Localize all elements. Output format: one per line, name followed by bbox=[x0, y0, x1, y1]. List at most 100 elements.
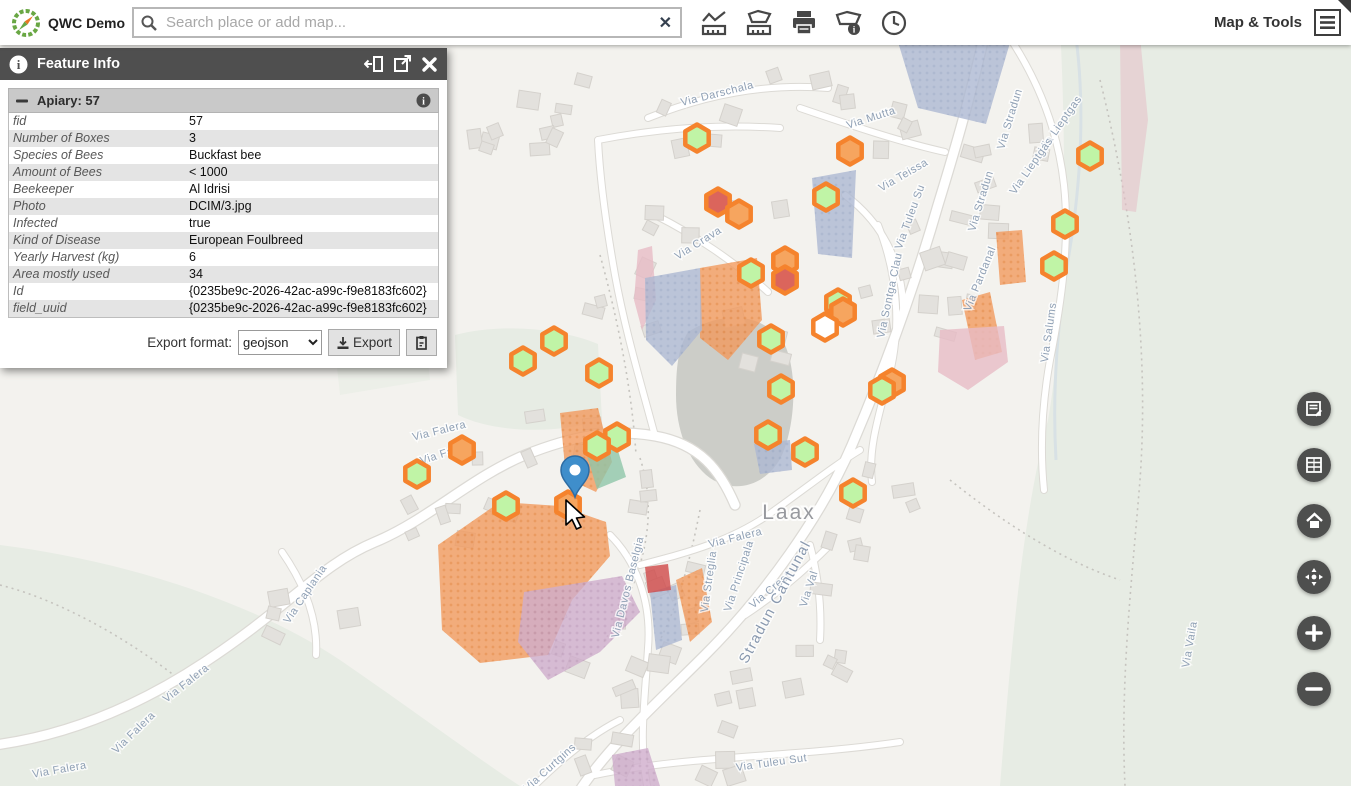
apiary-marker-green[interactable] bbox=[685, 125, 708, 152]
zoom-in-button[interactable] bbox=[1297, 616, 1331, 650]
logo-text: QWC Demo bbox=[48, 15, 125, 31]
apiary-marker-green[interactable] bbox=[494, 493, 517, 520]
open-window-icon[interactable] bbox=[393, 55, 412, 73]
report-button[interactable] bbox=[1297, 392, 1331, 426]
download-icon bbox=[336, 336, 350, 350]
corner-badge bbox=[1338, 0, 1351, 13]
search-icon bbox=[140, 14, 158, 32]
identify-region-icon[interactable]: i bbox=[833, 7, 865, 39]
attribute-name: Kind of Disease bbox=[9, 232, 189, 249]
collapse-icon[interactable] bbox=[16, 95, 28, 107]
qwc-logo-icon bbox=[10, 7, 42, 39]
export-row: Export format: geojson Export bbox=[8, 318, 439, 362]
attribute-name: Yearly Harvest (kg) bbox=[9, 249, 189, 266]
search-clear-icon[interactable]: ✕ bbox=[657, 13, 674, 33]
attribute-row: Yearly Harvest (kg)6 bbox=[9, 249, 438, 266]
attribute-value: 34 bbox=[189, 266, 438, 283]
attribute-row: Number of Boxes3 bbox=[9, 130, 438, 147]
apiary-marker-green[interactable] bbox=[769, 376, 792, 403]
measure-area-icon[interactable] bbox=[743, 7, 775, 39]
attribute-table-button[interactable] bbox=[1297, 448, 1331, 482]
apiary-marker-green[interactable] bbox=[511, 348, 534, 375]
export-format-select[interactable]: geojson bbox=[238, 330, 322, 355]
attribute-value: 6 bbox=[189, 249, 438, 266]
locate-button[interactable] bbox=[1297, 560, 1331, 594]
attribute-table: fid57Number of Boxes3Species of BeesBuck… bbox=[8, 113, 439, 318]
apiary-marker-orange[interactable] bbox=[727, 201, 750, 228]
menu-area: Map & Tools bbox=[1214, 9, 1341, 36]
qwc-logo: QWC Demo bbox=[10, 7, 128, 39]
measure-icon[interactable] bbox=[698, 7, 730, 39]
attribute-row: Id{0235be9c-2026-42ac-a99c-f9e8183fc602} bbox=[9, 283, 438, 300]
clipboard-icon bbox=[414, 335, 429, 350]
apiary-marker-green[interactable] bbox=[1078, 143, 1101, 170]
time-manager-icon[interactable] bbox=[878, 7, 910, 39]
apiary-marker-green[interactable] bbox=[841, 480, 864, 507]
map-controls bbox=[1297, 392, 1331, 706]
export-button[interactable]: Export bbox=[328, 329, 400, 356]
apiary-marker-green[interactable] bbox=[870, 377, 893, 404]
attribute-value: 3 bbox=[189, 130, 438, 147]
attribute-row: Amount of Bees< 1000 bbox=[9, 164, 438, 181]
apiary-marker-red[interactable] bbox=[773, 267, 796, 294]
attribute-row: PhotoDCIM/3.jpg bbox=[9, 198, 438, 215]
panel-title: Feature Info bbox=[37, 56, 355, 72]
feature-info-icon[interactable]: i bbox=[416, 93, 431, 108]
attribute-row: Species of BeesBuckfast bee bbox=[9, 147, 438, 164]
attribute-name: Species of Bees bbox=[9, 147, 189, 164]
home-icon bbox=[1305, 512, 1324, 530]
apiary-marker-white[interactable] bbox=[813, 314, 836, 341]
search-input[interactable] bbox=[164, 13, 651, 32]
attribute-name: field_uuid bbox=[9, 300, 189, 317]
print-icon[interactable] bbox=[788, 7, 820, 39]
dock-icon[interactable] bbox=[364, 55, 384, 73]
feature-section-header[interactable]: Apiary: 57 i bbox=[8, 88, 439, 113]
apiary-marker-green[interactable] bbox=[587, 360, 610, 387]
apiary-marker-green[interactable] bbox=[405, 461, 428, 488]
svg-text:i: i bbox=[422, 96, 425, 107]
apiary-marker-green[interactable] bbox=[814, 184, 837, 211]
apiary-marker-green[interactable] bbox=[759, 326, 782, 353]
close-icon[interactable] bbox=[421, 56, 438, 73]
zoom-out-button[interactable] bbox=[1297, 672, 1331, 706]
zoom-in-icon bbox=[1305, 624, 1323, 642]
home-button[interactable] bbox=[1297, 504, 1331, 538]
menu-label: Map & Tools bbox=[1214, 14, 1302, 31]
search-bar[interactable]: ✕ bbox=[132, 7, 682, 38]
attribute-row: fid57 bbox=[9, 113, 438, 130]
svg-text:i: i bbox=[17, 57, 21, 72]
apiary-marker-green[interactable] bbox=[585, 433, 608, 460]
info-icon: i bbox=[9, 55, 28, 74]
attribute-name: Photo bbox=[9, 198, 189, 215]
export-format-label: Export format: bbox=[147, 335, 232, 350]
attribute-value: {0235be9c-2026-42ac-a99c-f9e8183fc602} bbox=[189, 283, 438, 300]
attribute-name: Beekeeper bbox=[9, 181, 189, 198]
attribute-value: European Foulbreed bbox=[189, 232, 438, 249]
attribute-name: Id bbox=[9, 283, 189, 300]
attribute-value: Buckfast bee bbox=[189, 147, 438, 164]
feature-title: Apiary: 57 bbox=[37, 93, 407, 108]
apiary-marker-green[interactable] bbox=[1053, 211, 1076, 238]
feature-info-header[interactable]: i Feature Info bbox=[0, 48, 447, 80]
attribute-row: Kind of DiseaseEuropean Foulbreed bbox=[9, 232, 438, 249]
apiary-marker-green[interactable] bbox=[756, 422, 779, 449]
attribute-name: fid bbox=[9, 113, 189, 130]
attribute-value: true bbox=[189, 215, 438, 232]
apiary-marker-green[interactable] bbox=[542, 328, 565, 355]
attribute-row: field_uuid{0235be9c-2026-42ac-a99c-f9e81… bbox=[9, 300, 438, 317]
top-bar: QWC Demo ✕ bbox=[0, 0, 1351, 45]
apiary-marker-green[interactable] bbox=[739, 260, 762, 287]
locate-icon bbox=[1304, 567, 1324, 587]
menu-button[interactable] bbox=[1314, 9, 1341, 36]
attribute-row: Area mostly used34 bbox=[9, 266, 438, 283]
copy-to-clipboard-button[interactable] bbox=[406, 329, 437, 356]
feature-info-body: Apiary: 57 i fid57Number of Boxes3Specie… bbox=[0, 80, 447, 368]
apiary-marker-orange[interactable] bbox=[838, 138, 861, 165]
apiary-marker-green[interactable] bbox=[793, 439, 816, 466]
apiary-marker-orange[interactable] bbox=[450, 437, 473, 464]
toolbar: i bbox=[698, 7, 910, 39]
feature-info-panel: i Feature Info bbox=[0, 48, 447, 368]
attribute-value: < 1000 bbox=[189, 164, 438, 181]
apiary-marker-green[interactable] bbox=[1042, 253, 1065, 280]
attribute-row: Infectedtrue bbox=[9, 215, 438, 232]
